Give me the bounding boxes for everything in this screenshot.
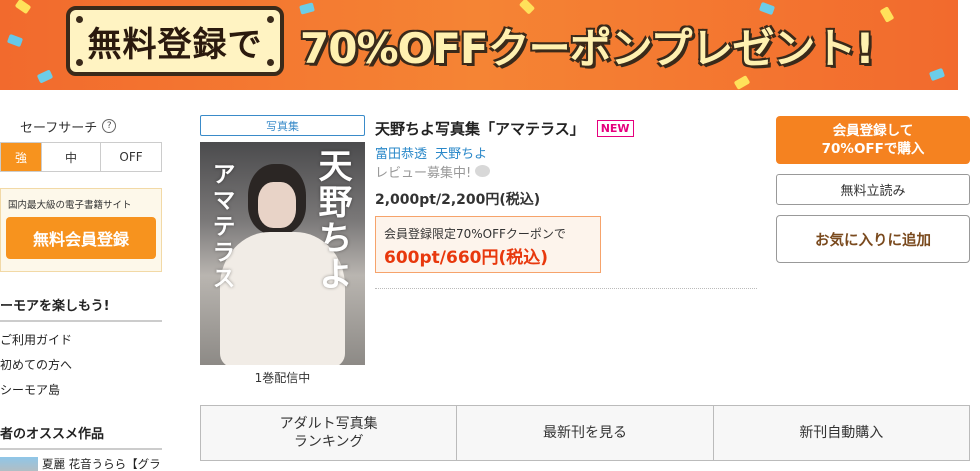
banner-badge-text: 無料登録で xyxy=(87,24,263,65)
safe-search-strong[interactable]: 強 xyxy=(1,143,42,171)
free-register-button[interactable]: 無料会員登録 xyxy=(6,217,156,259)
banner-badge: 無料登録で xyxy=(66,6,284,76)
sidebar-link-first-time[interactable]: 初めての方へ xyxy=(0,353,162,378)
category-badge[interactable]: 写真集 xyxy=(200,115,365,136)
confetti-decoration xyxy=(518,0,536,15)
sidebar-section-title: ーモアを楽しもう! xyxy=(0,293,162,322)
divider xyxy=(375,288,757,289)
sidebar-links: ご利用ガイド 初めての方へ シーモア島 xyxy=(0,328,162,403)
product-title: 天野ちよ写真集「アマテラス」 xyxy=(375,119,585,138)
coupon-price: 600pt/660円(税込) xyxy=(384,248,549,268)
recommend-item-title[interactable]: 夏麗 花音うらら【グラビア写真集】 xyxy=(38,457,162,471)
safe-search-toggle: 強 中 OFF xyxy=(0,142,162,172)
confetti-decoration xyxy=(928,67,946,82)
speech-bubble-icon xyxy=(475,165,491,177)
free-preview-button[interactable]: 無料立読み xyxy=(776,174,970,205)
confetti-decoration xyxy=(879,6,895,23)
safe-search-label: セーフサーチ xyxy=(20,120,98,136)
left-sidebar: セーフサーチ ? 強 中 OFF 国内最大級の電子書籍サイト 無料会員登録 ーモ… xyxy=(0,110,162,471)
confetti-decoration xyxy=(14,0,32,15)
author-link[interactable]: 天野ちよ xyxy=(435,147,487,162)
author-links: 富田恭透 天野ちよ xyxy=(375,143,757,162)
product-price: 2,000pt/2,200円(税込) xyxy=(375,192,541,208)
product-info: 天野ちよ写真集「アマテラス」 NEW 富田恭透 天野ちよ レビュー募集中! 2,… xyxy=(375,117,757,289)
register-tagline: 国内最大級の電子書籍サイト xyxy=(8,200,132,211)
safe-search-title: セーフサーチ ? xyxy=(0,110,162,142)
cover-image[interactable]: 天野ちよ アマテラス xyxy=(200,142,365,365)
review-text[interactable]: レビュー募集中! xyxy=(375,162,471,181)
promo-banner[interactable]: 無料登録で 70%OFFクーポンプレゼント! xyxy=(0,0,958,90)
bottom-action-bar: アダルト写真集 ランキング 最新刊を見る 新刊自動購入 xyxy=(200,405,970,461)
sidebar-link-guide[interactable]: ご利用ガイド xyxy=(0,328,162,353)
author-link[interactable]: 富田恭透 xyxy=(375,147,427,162)
add-favorite-button[interactable]: お気に入りに追加 xyxy=(776,215,970,263)
cover-subtitle-text: アマテラス xyxy=(208,162,235,292)
title-row: 天野ちよ写真集「アマテラス」 NEW xyxy=(375,117,757,139)
confetti-decoration xyxy=(6,33,24,48)
auto-purchase-button[interactable]: 新刊自動購入 xyxy=(714,406,969,460)
cover-name-text: 天野ちよ xyxy=(312,148,352,292)
confetti-decoration xyxy=(36,69,54,84)
new-badge: NEW xyxy=(596,119,634,137)
banner-headline: 70%OFFクーポンプレゼント! xyxy=(300,23,875,73)
ranking-button[interactable]: アダルト写真集 ランキング xyxy=(201,406,458,460)
coupon-box: 会員登録限定70%OFFクーポンで 600pt/660円(税込) xyxy=(375,216,601,273)
buy-button-line1: 会員登録して xyxy=(832,123,914,139)
recommend-section-title: 者のオススメ作品 xyxy=(0,421,162,450)
latest-volume-button[interactable]: 最新刊を見る xyxy=(457,406,714,460)
safe-search-off[interactable]: OFF xyxy=(101,143,161,171)
confetti-decoration xyxy=(733,75,751,90)
register-promo-box: 国内最大級の電子書籍サイト 無料会員登録 xyxy=(0,188,162,272)
review-link[interactable]: レビュー募集中! xyxy=(375,161,757,181)
confetti-decoration xyxy=(299,2,315,15)
recommend-thumbnail[interactable] xyxy=(0,457,38,471)
register-and-buy-button[interactable]: 会員登録して 70%OFFで購入 xyxy=(776,116,970,164)
volume-count: 1巻配信中 xyxy=(254,371,311,385)
safe-search-medium[interactable]: 中 xyxy=(42,143,101,171)
recommend-item[interactable]: 夏麗 花音うらら【グラビア写真集】 xyxy=(0,457,162,471)
buy-button-line2: 70%OFFで購入 xyxy=(821,141,925,157)
coupon-label: 会員登録限定70%OFFクーポンで xyxy=(384,227,566,241)
help-icon[interactable]: ? xyxy=(102,119,117,133)
page: 無料登録で 70%OFFクーポンプレゼント! セーフサーチ ? 強 中 OFF … xyxy=(0,0,980,471)
sidebar-link-island[interactable]: シーモア島 xyxy=(0,378,162,403)
